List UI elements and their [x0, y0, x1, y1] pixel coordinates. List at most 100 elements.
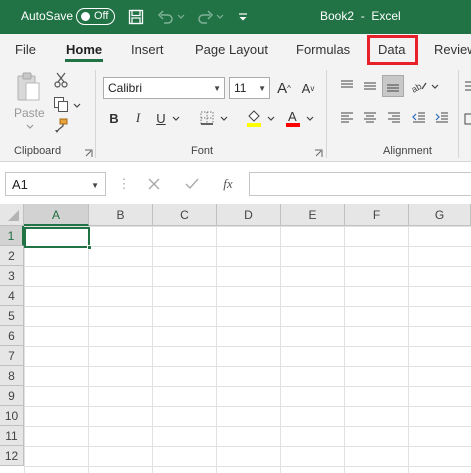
tab-home[interactable]: Home: [66, 42, 102, 57]
tab-file[interactable]: File: [15, 42, 36, 57]
font-size-select[interactable]: 11 ▼: [229, 77, 270, 99]
copy-dropdown-icon[interactable]: [72, 100, 82, 110]
underline-dropdown-icon[interactable]: [171, 113, 181, 123]
data-tab-highlight-box: [367, 35, 418, 65]
row-header-2[interactable]: 2: [0, 246, 24, 266]
customize-toolbar-icon[interactable]: [233, 7, 253, 27]
insert-function-icon[interactable]: fx: [219, 174, 237, 194]
name-box[interactable]: A1 ▼: [5, 172, 106, 196]
name-box-dropdown-icon: ▼: [91, 181, 99, 190]
column-header-e[interactable]: E: [281, 204, 345, 226]
merge-center-icon[interactable]: [463, 110, 471, 128]
cancel-icon[interactable]: [145, 175, 163, 193]
row-header-12[interactable]: 12: [0, 446, 24, 466]
enter-icon[interactable]: [183, 175, 201, 193]
redo-icon[interactable]: [195, 7, 215, 27]
clipboard-launcher-icon[interactable]: [84, 147, 94, 157]
column-header-f[interactable]: F: [345, 204, 409, 226]
save-icon[interactable]: [126, 7, 146, 27]
group-separator: [458, 70, 459, 158]
row-header-8[interactable]: 8: [0, 366, 24, 386]
worksheet-grid: A B C D E F G 1 2 3 4 5 6 7 8 9 10 11 12: [0, 204, 471, 473]
row-header-9[interactable]: 9: [0, 386, 24, 406]
group-separator: [326, 70, 327, 158]
active-tab-underline: [65, 59, 103, 62]
row-header-10[interactable]: 10: [0, 406, 24, 426]
paste-dropdown-icon[interactable]: [25, 121, 35, 131]
undo-icon[interactable]: [156, 7, 176, 27]
autosave-state: Off: [94, 10, 109, 22]
align-left-icon[interactable]: [338, 109, 356, 127]
underline-icon[interactable]: U: [153, 108, 169, 128]
row-header-6[interactable]: 6: [0, 326, 24, 346]
paste-label: Paste: [14, 106, 45, 120]
column-header-d[interactable]: D: [217, 204, 281, 226]
middle-align-icon[interactable]: [361, 77, 379, 95]
font-color-dropdown-icon[interactable]: [305, 113, 315, 123]
undo-dropdown-icon[interactable]: [176, 7, 186, 27]
tab-page-layout[interactable]: Page Layout: [195, 42, 268, 57]
top-align-icon[interactable]: [338, 77, 356, 95]
font-color-icon[interactable]: A: [283, 107, 303, 129]
font-group-label: Font: [191, 145, 214, 157]
font-name-dropdown-icon: ▼: [213, 84, 221, 93]
fill-color-icon[interactable]: [244, 107, 264, 129]
svg-text:ab: ab: [410, 81, 423, 93]
group-separator: [95, 70, 96, 158]
toggle-knob: [81, 12, 90, 21]
orientation-dropdown-icon[interactable]: [430, 81, 440, 91]
font-size-dropdown-icon: ▼: [258, 84, 266, 93]
italic-icon[interactable]: I: [130, 108, 146, 128]
paste-icon[interactable]: [14, 70, 42, 104]
bottom-align-icon[interactable]: [382, 75, 404, 97]
name-box-value: A1: [12, 177, 28, 192]
bold-icon[interactable]: B: [106, 108, 122, 128]
align-center-icon[interactable]: [361, 109, 379, 127]
row-header-4[interactable]: 4: [0, 286, 24, 306]
tab-insert[interactable]: Insert: [131, 42, 164, 57]
font-size-value: 11: [234, 81, 247, 95]
row-header-7[interactable]: 7: [0, 346, 24, 366]
select-all-corner[interactable]: [0, 204, 24, 226]
borders-icon[interactable]: [198, 109, 216, 127]
row-header-1[interactable]: 1: [0, 226, 24, 246]
copy-icon[interactable]: [51, 94, 71, 114]
cut-icon[interactable]: [51, 70, 71, 90]
column-header-a[interactable]: A: [24, 204, 89, 226]
column-header-b[interactable]: B: [89, 204, 153, 226]
cell-area[interactable]: [24, 226, 471, 473]
redo-dropdown-icon[interactable]: [215, 7, 225, 27]
formula-input[interactable]: [249, 172, 471, 196]
font-name-select[interactable]: Calibri ▼: [103, 77, 225, 99]
column-header-c[interactable]: C: [153, 204, 217, 226]
decrease-font-size-icon[interactable]: Av: [298, 77, 318, 99]
increase-font-size-icon[interactable]: A ^: [274, 77, 294, 99]
autosave-toggle[interactable]: Off: [76, 8, 115, 25]
decrease-indent-icon[interactable]: [410, 109, 428, 127]
active-cell-a1[interactable]: [24, 227, 90, 248]
column-header-g[interactable]: G: [409, 204, 471, 226]
increase-indent-icon[interactable]: [433, 109, 451, 127]
wrap-text-icon[interactable]: [463, 78, 471, 96]
tab-review[interactable]: Review: [434, 42, 471, 57]
formula-bar-grip-icon: ⋮: [117, 176, 131, 191]
clipboard-group-label: Clipboard: [14, 145, 62, 157]
row-header-3[interactable]: 3: [0, 266, 24, 286]
orientation-icon[interactable]: ab: [409, 77, 429, 95]
svg-text:A: A: [288, 109, 297, 124]
tab-formulas[interactable]: Formulas: [296, 42, 350, 57]
borders-dropdown-icon[interactable]: [219, 113, 229, 123]
autosave-label: AutoSave: [21, 9, 74, 23]
fill-handle[interactable]: [87, 245, 92, 250]
font-name-value: Calibri: [108, 81, 143, 95]
row-header-5[interactable]: 5: [0, 306, 24, 326]
fill-color-dropdown-icon[interactable]: [266, 113, 276, 123]
format-painter-icon[interactable]: [51, 116, 71, 136]
row-header-11[interactable]: 11: [0, 426, 24, 446]
document-title: Book2 - Excel: [320, 9, 401, 23]
align-right-icon[interactable]: [385, 109, 403, 127]
alignment-group-label: Alignment: [383, 145, 432, 157]
title-bar: AutoSave Off Book2 - Excel: [0, 0, 471, 34]
font-launcher-icon[interactable]: [314, 147, 324, 157]
formula-bar: A1 ▼ ⋮ fx: [0, 162, 471, 204]
